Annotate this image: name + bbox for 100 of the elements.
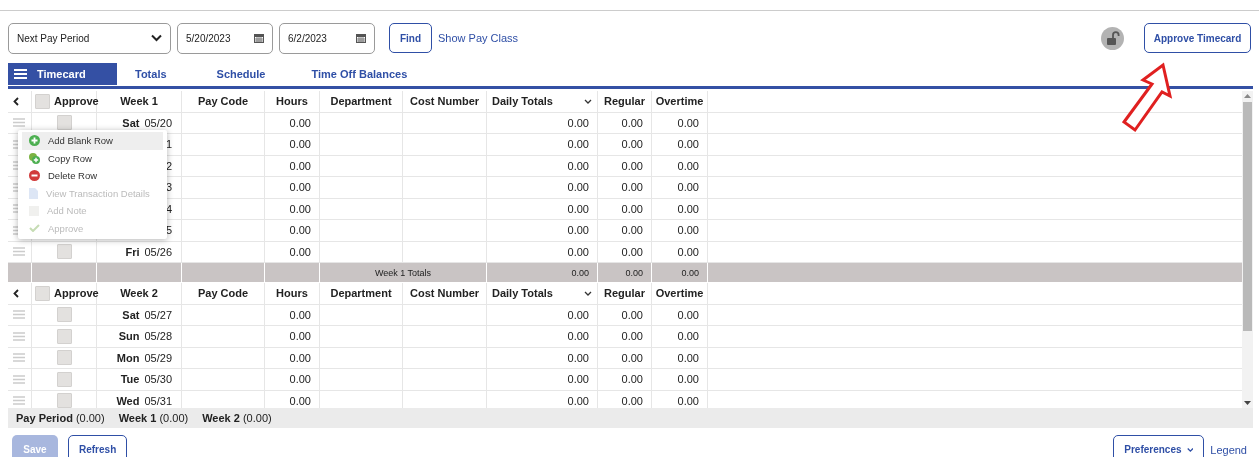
date-label: 05/20 <box>144 116 172 129</box>
tab[interactable]: Totals <box>117 63 195 85</box>
checkbox[interactable] <box>56 244 72 260</box>
column-header: Cost Number <box>409 287 480 300</box>
table-cell: 0.00 <box>487 112 598 133</box>
scrollbar[interactable] <box>1242 91 1253 408</box>
chevron-down-icon[interactable] <box>584 98 592 104</box>
column-header: Hours <box>276 95 308 108</box>
copy-icon <box>29 152 40 164</box>
day-label: Sat <box>121 116 140 129</box>
preferences-button[interactable]: Preferences <box>1113 435 1205 457</box>
table-cell: 0.00 <box>487 220 598 241</box>
drag-handle-icon[interactable] <box>13 247 25 257</box>
drag-handle-icon[interactable] <box>13 118 25 128</box>
table-cell: 0.00 <box>598 220 652 241</box>
date-field[interactable]: 5/20/2023 <box>177 22 273 54</box>
column-header: Department <box>330 287 392 300</box>
find-button[interactable]: Find <box>389 23 432 53</box>
table-cell: 0.00 <box>265 369 320 390</box>
table-cell: 0.00 <box>487 177 598 198</box>
date-label: 2 <box>165 159 172 172</box>
column-header: Department <box>330 95 392 108</box>
column-header: Approve <box>54 95 99 108</box>
table-cell: 0.00 <box>265 326 320 347</box>
checkbox[interactable] <box>56 350 72 366</box>
tab[interactable]: Timecard <box>8 63 117 85</box>
date-label: 05/30 <box>144 373 172 386</box>
document-icon <box>29 187 38 199</box>
column-header: Overtime <box>655 287 704 300</box>
checkbox[interactable] <box>56 393 72 408</box>
checkbox[interactable] <box>56 371 72 387</box>
drag-handle-icon[interactable] <box>13 396 25 406</box>
table-cell: 0.00 <box>652 347 708 368</box>
drag-handle-icon[interactable] <box>13 331 25 341</box>
day-label: Wed <box>115 394 140 407</box>
date-label: 5 <box>165 224 172 237</box>
date-label: 05/27 <box>144 308 172 321</box>
menu-item[interactable]: Add Blank Row <box>22 132 163 150</box>
scrollbar-thumb[interactable] <box>1243 102 1252 331</box>
table-cell: 0.00 <box>265 220 320 241</box>
approve-timecard-button[interactable]: Approve Timecard <box>1144 23 1251 53</box>
table-cell: 0.00 <box>265 155 320 176</box>
checkbox[interactable] <box>56 328 72 344</box>
date-field[interactable]: 6/2/2023 <box>279 22 375 54</box>
unlocked-lock-icon[interactable] <box>1101 26 1124 50</box>
table-cell: 0.00 <box>598 112 652 133</box>
chevron-down-icon <box>1186 446 1194 453</box>
checkbox[interactable] <box>35 285 50 301</box>
tab[interactable]: Time Off Balances <box>305 63 430 85</box>
date-label: 05/26 <box>144 245 172 258</box>
checkmark-icon <box>29 224 40 233</box>
column-header: Week 1 <box>120 95 158 108</box>
table-cell: 0.00 <box>652 198 708 219</box>
day-label: Mon <box>115 351 140 364</box>
checkbox[interactable] <box>56 307 72 323</box>
drag-handle-icon[interactable] <box>13 374 25 384</box>
table-cell: 0.00 <box>598 304 652 325</box>
checkbox[interactable] <box>35 93 50 109</box>
summary-total: Week 1 (0.00) <box>118 412 189 424</box>
table-cell: 0.00 <box>487 347 598 368</box>
column-header: Pay Code <box>197 95 249 108</box>
table-cell: 0.00 <box>652 241 708 262</box>
scroll-down-icon[interactable] <box>1244 401 1251 405</box>
checkbox[interactable] <box>56 115 72 131</box>
menu-item[interactable]: Delete Row <box>22 167 163 185</box>
table-cell: 0.00 <box>598 241 652 262</box>
column-header: Approve <box>54 287 99 300</box>
refresh-button[interactable]: Refresh <box>68 435 128 457</box>
show-pay-class-link[interactable]: Show Pay Class <box>438 32 519 44</box>
chevron-down-icon <box>151 34 162 42</box>
table-cell: 0.00 <box>265 134 320 155</box>
chevron-left-icon[interactable] <box>13 288 19 298</box>
tab[interactable]: Schedule <box>194 63 306 85</box>
column-header: Overtime <box>655 95 704 108</box>
legend-link[interactable]: Legend <box>1210 443 1247 456</box>
summary-total: Week 2 (0.00) <box>202 412 272 424</box>
table-cell: 0.00 <box>487 326 598 347</box>
table-cell: 0.00 <box>652 263 708 282</box>
table-cell: 0.00 <box>265 304 320 325</box>
column-header: Cost Number <box>409 95 480 108</box>
drag-handle-icon[interactable] <box>13 353 25 363</box>
table-cell: 0.00 <box>598 177 652 198</box>
day-label: Fri <box>124 245 140 258</box>
chevron-down-icon[interactable] <box>584 290 592 296</box>
table-cell: 0.00 <box>652 326 708 347</box>
table-cell: 0.00 <box>265 177 320 198</box>
scroll-up-icon[interactable] <box>1244 94 1251 98</box>
table-cell: 0.00 <box>598 198 652 219</box>
drag-handle-icon[interactable] <box>13 310 25 320</box>
table-cell: 0.00 <box>598 134 652 155</box>
chevron-left-icon[interactable] <box>13 96 19 106</box>
plus-circle-icon <box>29 135 40 147</box>
calendar-icon <box>356 33 366 43</box>
pay-period-select[interactable]: Next Pay Period <box>8 22 171 54</box>
day-label: Sat <box>121 308 140 321</box>
date-label: 05/28 <box>144 330 172 343</box>
calendar-icon <box>254 33 264 43</box>
table-cell: 0.00 <box>598 155 652 176</box>
table-cell: 0.00 <box>487 134 598 155</box>
menu-item[interactable]: Copy Row <box>22 149 163 167</box>
